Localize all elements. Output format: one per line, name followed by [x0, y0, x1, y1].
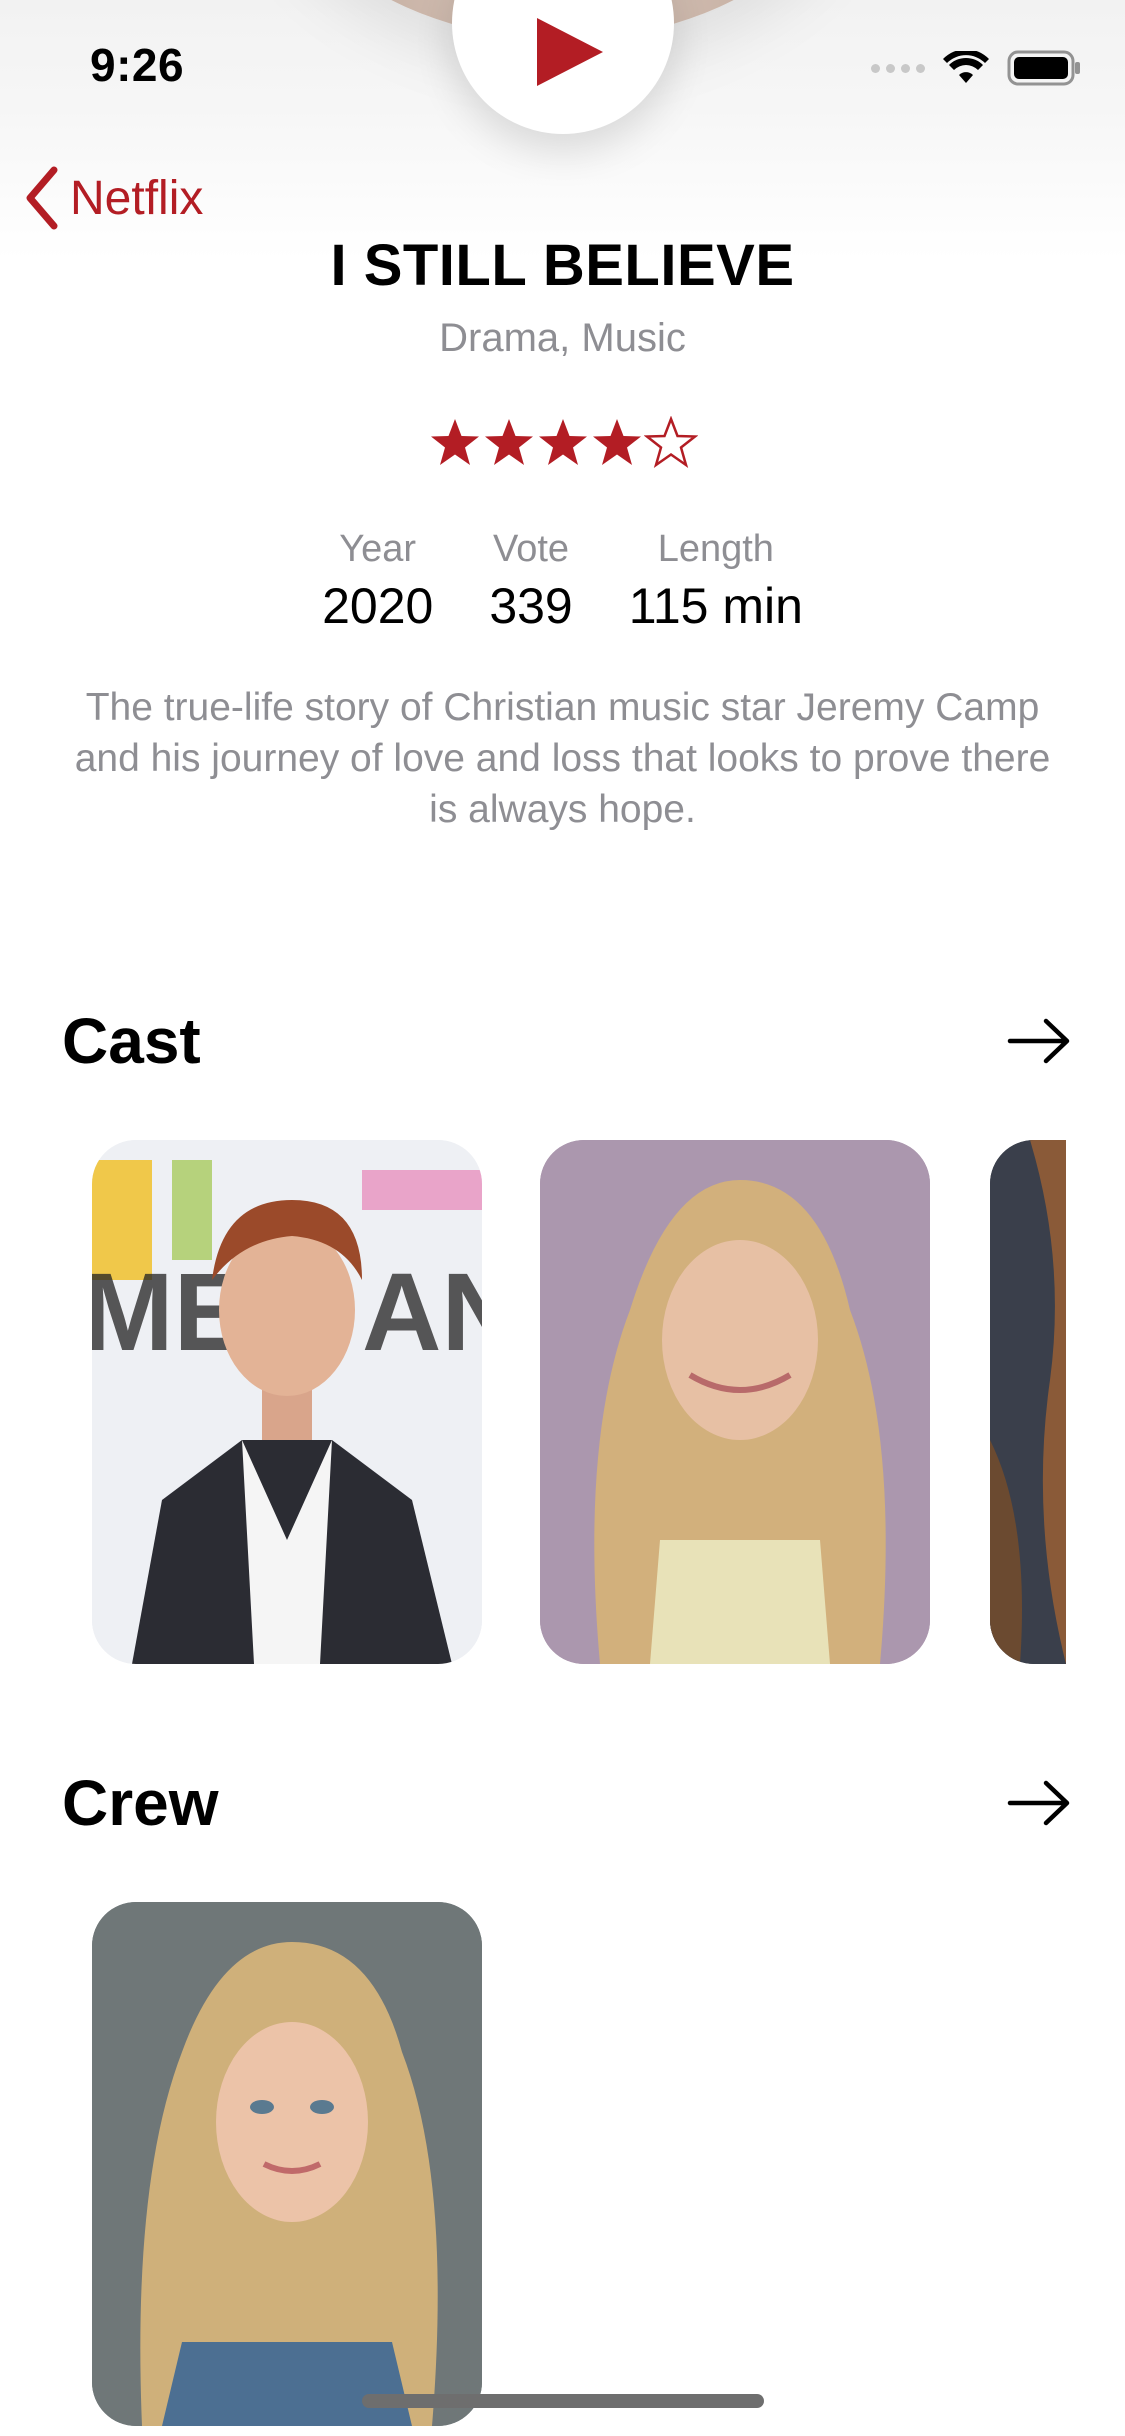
svg-text:AN: AN	[362, 1251, 482, 1374]
arrow-right-icon[interactable]	[1006, 1016, 1072, 1066]
cast-card[interactable]	[990, 1140, 1066, 1664]
cast-card[interactable]	[540, 1140, 930, 1664]
stat-value: 115 min	[628, 578, 803, 634]
star-filled-icon	[485, 419, 533, 465]
cast-section-header: Cast	[62, 1004, 1072, 1078]
star-filled-icon	[431, 419, 479, 465]
crew-photo	[92, 1902, 482, 2426]
stat-year: Year 2020	[322, 524, 433, 638]
cast-card[interactable]: ME AN	[92, 1140, 482, 1664]
crew-card[interactable]	[92, 1902, 482, 2426]
stat-vote: Vote 339	[489, 524, 572, 638]
stat-label: Vote	[492, 528, 570, 570]
stat-value: 2020	[322, 578, 434, 634]
star-filled-icon	[593, 419, 641, 465]
wifi-icon	[943, 51, 989, 83]
status-time: 9:26	[90, 39, 185, 91]
crew-title: Crew	[62, 1767, 219, 1839]
stat-length: Length 115 min	[629, 524, 803, 638]
movie-stats: Year 2020 Vote 339 Length 115 min	[0, 524, 1125, 638]
battery-icon	[1007, 50, 1080, 86]
play-icon	[537, 18, 603, 86]
movie-title: I STILL BELIEVE	[330, 233, 795, 298]
star-outline-icon	[644, 416, 698, 469]
chevron-left-icon	[26, 166, 58, 230]
movie-detail-screen: 9:26 Netflix I STILL BELIEVE Drama, Musi…	[0, 0, 1125, 2436]
arrow-right-icon[interactable]	[1006, 1778, 1072, 1828]
cast-photo: ME AN	[92, 1140, 482, 1664]
crew-section-header: Crew	[62, 1766, 1072, 1840]
stat-label: Year	[339, 528, 417, 570]
back-button[interactable]: Netflix	[22, 166, 203, 230]
stat-value: 339	[489, 578, 573, 634]
stat-label: Length	[657, 528, 774, 570]
cast-title: Cast	[62, 1005, 201, 1077]
status-icons	[871, 50, 1081, 86]
cast-photo	[990, 1140, 1066, 1664]
movie-genres: Drama, Music	[439, 316, 686, 360]
star-filled-icon	[539, 419, 587, 465]
home-indicator	[362, 2394, 764, 2408]
cast-photo	[540, 1140, 930, 1664]
movie-overview: The true-life story of Christian music s…	[74, 686, 1051, 831]
signal-icon	[871, 63, 925, 73]
back-label: Netflix	[70, 171, 204, 225]
star-rating	[428, 416, 698, 470]
